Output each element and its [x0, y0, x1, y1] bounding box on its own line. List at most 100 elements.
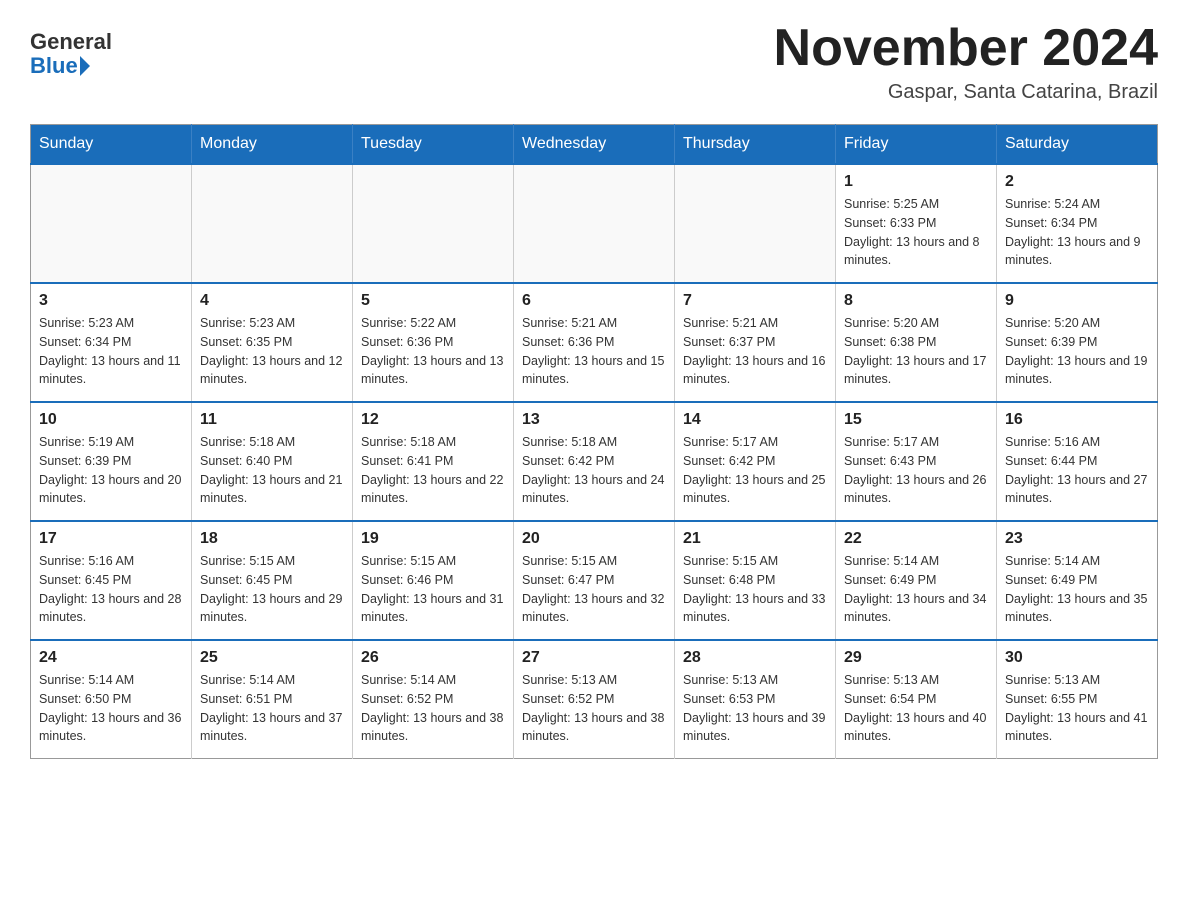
- day-number: 15: [844, 411, 988, 429]
- calendar-cell: 6Sunrise: 5:21 AMSunset: 6:36 PMDaylight…: [514, 283, 675, 402]
- day-number: 11: [200, 411, 344, 429]
- day-number: 17: [39, 530, 183, 548]
- calendar-cell: 25 Sunrise: 5:14 AMSunset: 6:51 PMDayligh…: [192, 640, 353, 759]
- day-number: 30: [1005, 649, 1149, 667]
- calendar-cell: 4 Sunrise: 5:23 AMSunset: 6:35 PMDaylight…: [192, 283, 353, 402]
- day-info: Sunrise: 5:23 AMSunset: 6:35 PMDaylight:…: [200, 314, 344, 389]
- day-number: 4: [200, 292, 344, 310]
- day-info: Sunrise: 5:15 AMSunset: 6:46 PMDaylight:…: [361, 552, 505, 627]
- day-info: Sunrise: 5:15 AMSunset: 6:48 PMDaylight:…: [683, 552, 827, 627]
- day-number: 28: [683, 649, 827, 667]
- calendar-cell: 29Sunrise: 5:13 AMSunset: 6:54 PMDayligh…: [836, 640, 997, 759]
- calendar-cell: 16 Sunrise: 5:16 AMSunset: 6:44 PMDayligh…: [997, 402, 1158, 521]
- day-number: 12: [361, 411, 505, 429]
- title-section: November 2024 Gaspar, Santa Catarina, Br…: [774, 20, 1158, 104]
- logo-general-text: General: [30, 30, 112, 54]
- calendar-body: 1Sunrise: 5:25 AMSunset: 6:33 PMDaylight…: [31, 164, 1158, 759]
- calendar-cell: [514, 164, 675, 283]
- day-number: 14: [683, 411, 827, 429]
- day-number: 10: [39, 411, 183, 429]
- calendar-cell: 28 Sunrise: 5:13 AMSunset: 6:53 PMDayligh…: [675, 640, 836, 759]
- calendar-cell: 15 Sunrise: 5:17 AMSunset: 6:43 PMDayligh…: [836, 402, 997, 521]
- calendar-cell: [675, 164, 836, 283]
- calendar-cell: 13 Sunrise: 5:18 AMSunset: 6:42 PMDayligh…: [514, 402, 675, 521]
- calendar-header: SundayMondayTuesdayWednesdayThursdayFrid…: [31, 125, 1158, 165]
- day-info: Sunrise: 5:15 AMSunset: 6:47 PMDaylight:…: [522, 552, 666, 627]
- day-info: Sunrise: 5:16 AMSunset: 6:45 PMDaylight:…: [39, 552, 183, 627]
- day-number: 24: [39, 649, 183, 667]
- day-info: Sunrise: 5:17 AMSunset: 6:43 PMDaylight:…: [844, 433, 988, 508]
- day-info: Sunrise: 5:14 AMSunset: 6:49 PMDaylight:…: [844, 552, 988, 627]
- calendar-cell: 20 Sunrise: 5:15 AMSunset: 6:47 PMDayligh…: [514, 521, 675, 640]
- calendar-cell: [192, 164, 353, 283]
- day-number: 25: [200, 649, 344, 667]
- calendar-week-row: 3Sunrise: 5:23 AMSunset: 6:34 PMDaylight…: [31, 283, 1158, 402]
- day-number: 27: [522, 649, 666, 667]
- calendar-cell: 30 Sunrise: 5:13 AMSunset: 6:55 PMDayligh…: [997, 640, 1158, 759]
- day-number: 5: [361, 292, 505, 310]
- day-number: 16: [1005, 411, 1149, 429]
- calendar-cell: 11 Sunrise: 5:18 AMSunset: 6:40 PMDayligh…: [192, 402, 353, 521]
- logo-blue-text: Blue: [30, 54, 78, 78]
- day-number: 6: [522, 292, 666, 310]
- calendar-cell: 23Sunrise: 5:14 AMSunset: 6:49 PMDayligh…: [997, 521, 1158, 640]
- day-number: 9: [1005, 292, 1149, 310]
- day-info: Sunrise: 5:19 AMSunset: 6:39 PMDaylight:…: [39, 433, 183, 508]
- day-info: Sunrise: 5:13 AMSunset: 6:53 PMDaylight:…: [683, 671, 827, 746]
- calendar-cell: 24 Sunrise: 5:14 AMSunset: 6:50 PMDayligh…: [31, 640, 192, 759]
- calendar-cell: 7 Sunrise: 5:21 AMSunset: 6:37 PMDaylight…: [675, 283, 836, 402]
- calendar-cell: 8Sunrise: 5:20 AMSunset: 6:38 PMDaylight…: [836, 283, 997, 402]
- day-info: Sunrise: 5:18 AMSunset: 6:42 PMDaylight:…: [522, 433, 666, 508]
- calendar-cell: 18 Sunrise: 5:15 AMSunset: 6:45 PMDayligh…: [192, 521, 353, 640]
- day-number: 20: [522, 530, 666, 548]
- day-info: Sunrise: 5:24 AMSunset: 6:34 PMDaylight:…: [1005, 195, 1149, 270]
- page-header: General Blue November 2024 Gaspar, Santa…: [30, 20, 1158, 104]
- day-info: Sunrise: 5:18 AMSunset: 6:40 PMDaylight:…: [200, 433, 344, 508]
- day-number: 21: [683, 530, 827, 548]
- day-number: 7: [683, 292, 827, 310]
- header-day-sunday: Sunday: [31, 125, 192, 165]
- day-info: Sunrise: 5:13 AMSunset: 6:52 PMDaylight:…: [522, 671, 666, 746]
- day-number: 8: [844, 292, 988, 310]
- day-info: Sunrise: 5:16 AMSunset: 6:44 PMDaylight:…: [1005, 433, 1149, 508]
- calendar-cell: 17 Sunrise: 5:16 AMSunset: 6:45 PMDayligh…: [31, 521, 192, 640]
- calendar-cell: 21 Sunrise: 5:15 AMSunset: 6:48 PMDayligh…: [675, 521, 836, 640]
- calendar-cell: 27 Sunrise: 5:13 AMSunset: 6:52 PMDayligh…: [514, 640, 675, 759]
- header-day-thursday: Thursday: [675, 125, 836, 165]
- day-info: Sunrise: 5:14 AMSunset: 6:49 PMDaylight:…: [1005, 552, 1149, 627]
- calendar-cell: 1Sunrise: 5:25 AMSunset: 6:33 PMDaylight…: [836, 164, 997, 283]
- day-info: Sunrise: 5:18 AMSunset: 6:41 PMDaylight:…: [361, 433, 505, 508]
- day-number: 18: [200, 530, 344, 548]
- logo-arrow-icon: [80, 56, 90, 76]
- header-day-tuesday: Tuesday: [353, 125, 514, 165]
- calendar-cell: 9Sunrise: 5:20 AMSunset: 6:39 PMDaylight…: [997, 283, 1158, 402]
- location-subtitle: Gaspar, Santa Catarina, Brazil: [774, 81, 1158, 104]
- day-info: Sunrise: 5:14 AMSunset: 6:51 PMDaylight:…: [200, 671, 344, 746]
- calendar-cell: 10 Sunrise: 5:19 AMSunset: 6:39 PMDayligh…: [31, 402, 192, 521]
- day-info: Sunrise: 5:23 AMSunset: 6:34 PMDaylight:…: [39, 314, 183, 389]
- calendar-cell: 19 Sunrise: 5:15 AMSunset: 6:46 PMDayligh…: [353, 521, 514, 640]
- calendar-cell: 14Sunrise: 5:17 AMSunset: 6:42 PMDayligh…: [675, 402, 836, 521]
- calendar-cell: 26Sunrise: 5:14 AMSunset: 6:52 PMDayligh…: [353, 640, 514, 759]
- calendar-cell: 5 Sunrise: 5:22 AMSunset: 6:36 PMDaylight…: [353, 283, 514, 402]
- day-info: Sunrise: 5:13 AMSunset: 6:55 PMDaylight:…: [1005, 671, 1149, 746]
- day-number: 13: [522, 411, 666, 429]
- day-info: Sunrise: 5:14 AMSunset: 6:52 PMDaylight:…: [361, 671, 505, 746]
- day-info: Sunrise: 5:22 AMSunset: 6:36 PMDaylight:…: [361, 314, 505, 389]
- header-day-saturday: Saturday: [997, 125, 1158, 165]
- calendar-cell: 2Sunrise: 5:24 AMSunset: 6:34 PMDaylight…: [997, 164, 1158, 283]
- header-day-wednesday: Wednesday: [514, 125, 675, 165]
- calendar-table: SundayMondayTuesdayWednesdayThursdayFrid…: [30, 124, 1158, 759]
- calendar-cell: 12 Sunrise: 5:18 AMSunset: 6:41 PMDayligh…: [353, 402, 514, 521]
- day-number: 1: [844, 173, 988, 191]
- calendar-week-row: 17 Sunrise: 5:16 AMSunset: 6:45 PMDayligh…: [31, 521, 1158, 640]
- day-info: Sunrise: 5:14 AMSunset: 6:50 PMDaylight:…: [39, 671, 183, 746]
- calendar-cell: [353, 164, 514, 283]
- day-info: Sunrise: 5:15 AMSunset: 6:45 PMDaylight:…: [200, 552, 344, 627]
- day-info: Sunrise: 5:21 AMSunset: 6:37 PMDaylight:…: [683, 314, 827, 389]
- calendar-cell: 3Sunrise: 5:23 AMSunset: 6:34 PMDaylight…: [31, 283, 192, 402]
- header-day-friday: Friday: [836, 125, 997, 165]
- day-number: 19: [361, 530, 505, 548]
- calendar-cell: [31, 164, 192, 283]
- calendar-week-row: 24 Sunrise: 5:14 AMSunset: 6:50 PMDayligh…: [31, 640, 1158, 759]
